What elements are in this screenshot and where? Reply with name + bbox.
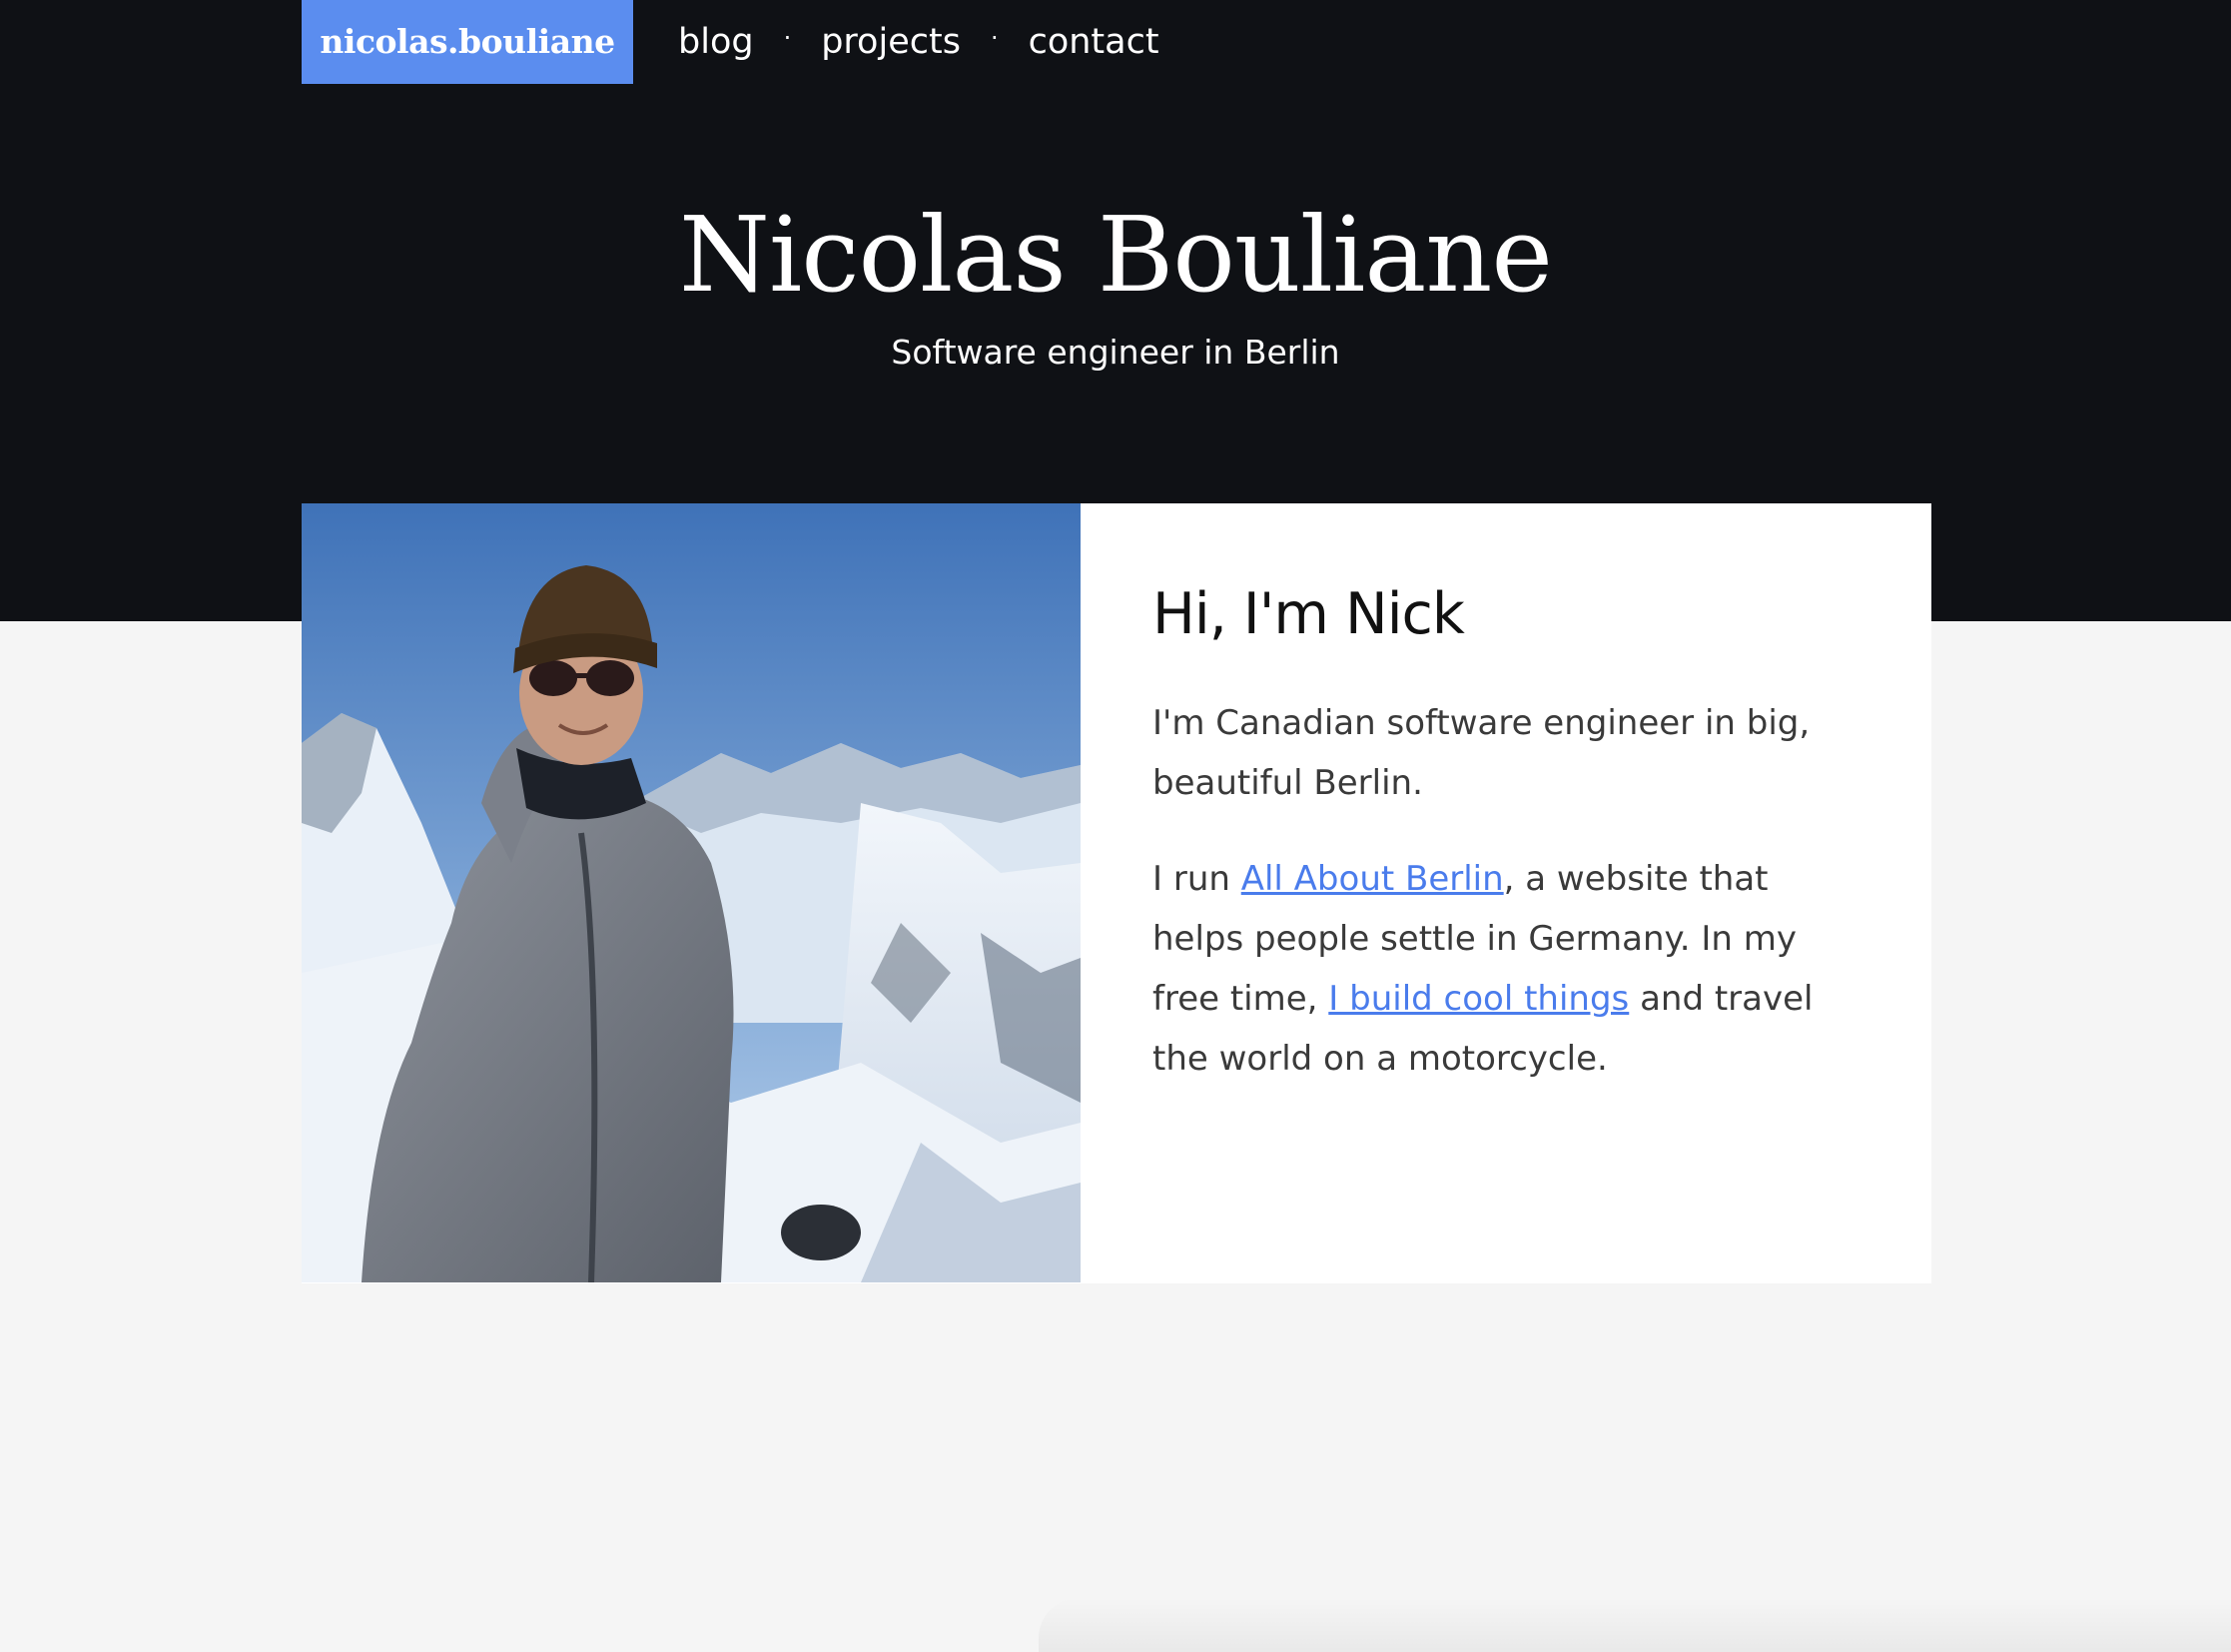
- profile-card: Hi, I'm Nick I'm Canadian software engin…: [302, 503, 1931, 1283]
- bio-heading: Hi, I'm Nick: [1152, 581, 1465, 647]
- bottom-shadow: [1039, 1598, 2231, 1652]
- nav-separator: ·: [990, 24, 999, 52]
- brand-home-link[interactable]: nicolas.bouliane: [302, 0, 633, 84]
- nav-link-blog[interactable]: blog: [678, 22, 754, 62]
- bio-text: I run: [1152, 859, 1241, 899]
- nav-link-contact[interactable]: contact: [1029, 22, 1159, 62]
- page-subtitle: Software engineer in Berlin: [891, 333, 1340, 372]
- profile-photo: [302, 503, 1081, 1282]
- page-title: Nicolas Bouliane: [679, 194, 1553, 316]
- nav-separator: ·: [783, 24, 792, 52]
- bio-paragraph-intro: I'm Canadian software engineer in big, b…: [1152, 703, 1811, 803]
- nav-link-projects[interactable]: projects: [821, 22, 961, 62]
- bio-section: Hi, I'm Nick I'm Canadian software engin…: [1081, 503, 1931, 1283]
- bio-paragraph-details: I run All About Berlin, a website that h…: [1152, 849, 1842, 1089]
- profile-photo-illustration: [302, 503, 1081, 1282]
- projects-link[interactable]: I build cool things: [1328, 979, 1629, 1019]
- all-about-berlin-link[interactable]: All About Berlin: [1241, 859, 1504, 899]
- main-nav: blog · projects · contact: [678, 0, 1159, 84]
